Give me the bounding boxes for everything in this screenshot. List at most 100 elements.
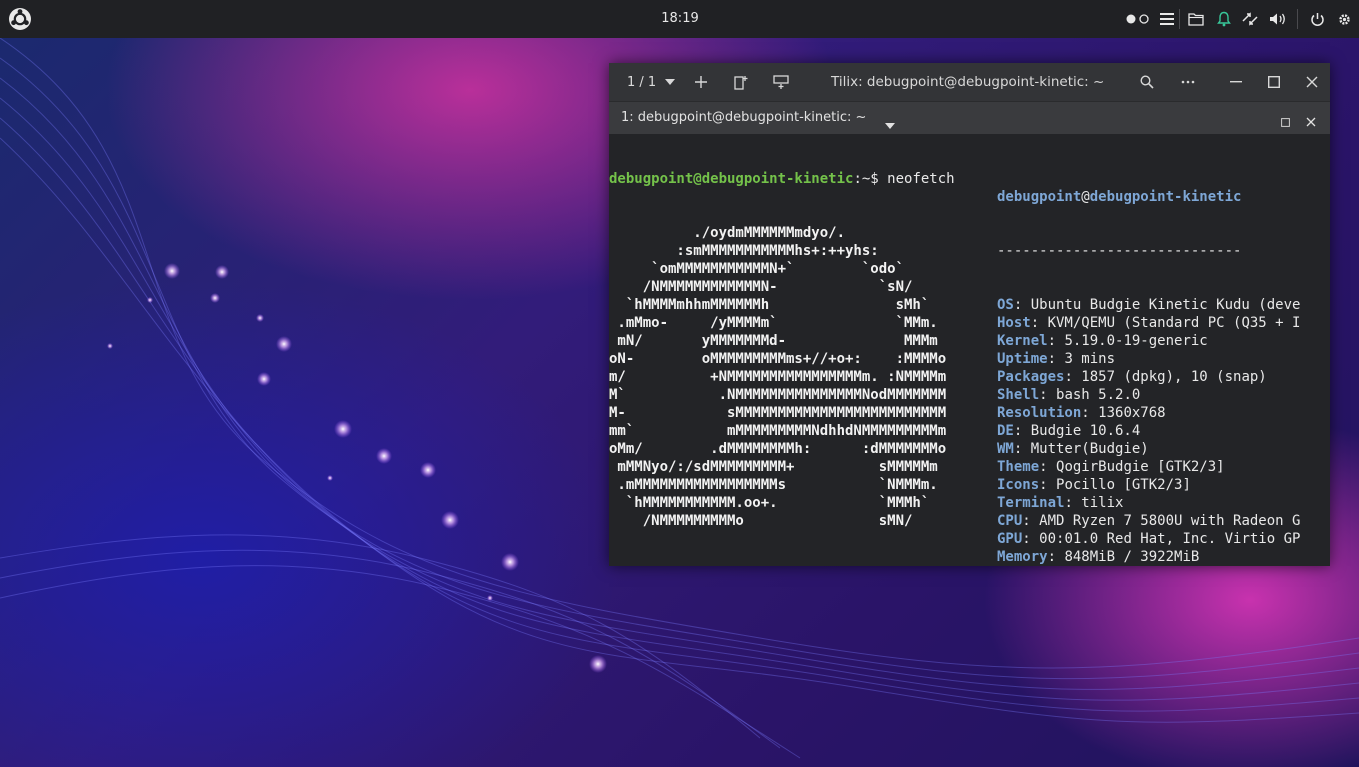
split-vertical-icon xyxy=(734,75,748,90)
add-session-button[interactable] xyxy=(691,63,711,101)
ascii-logo-line: .mMmo- /yMMMMm` `MMm. xyxy=(609,315,938,331)
ascii-logo-line: mMMNyo/:/sdMMMMMMMMM+ sMMMMMm xyxy=(609,459,938,475)
info-row: WM: Mutter(Budgie) xyxy=(997,441,1149,457)
info-row: Packages: 1857 (dpkg), 10 (snap) xyxy=(997,369,1267,385)
ascii-logo-line: `hMMMMmhhmMMMMMMh sMh` xyxy=(609,297,930,313)
system-info: debugpoint@debugpoint-kinetic ----------… xyxy=(997,152,1330,566)
window-menu-button[interactable] xyxy=(1177,63,1199,101)
info-key: CPU xyxy=(997,513,1023,529)
network-button[interactable] xyxy=(1240,9,1260,29)
info-row: CPU: AMD Ryzen 7 5800U with Radeon G xyxy=(997,513,1301,529)
chevron-down-icon xyxy=(885,123,895,129)
info-value: 848MiB / 3922MiB xyxy=(1064,549,1200,565)
info-value: QogirBudgie [GTK2/3] xyxy=(1056,459,1225,475)
info-key: WM xyxy=(997,441,1014,457)
session-count[interactable]: 1 / 1 xyxy=(627,63,656,101)
minimize-button[interactable] xyxy=(1226,63,1246,101)
tilix-window: 1 / 1 Tilix: debugpoint@debugpoint-kinet… xyxy=(609,63,1330,566)
workspace-switcher[interactable] xyxy=(1124,9,1152,29)
session-dropdown-button[interactable] xyxy=(663,63,677,101)
ellipsis-icon xyxy=(1181,80,1195,84)
close-icon xyxy=(1306,76,1318,88)
info-key: Theme xyxy=(997,459,1040,475)
info-at: @ xyxy=(1081,189,1090,205)
settings-button[interactable] xyxy=(1334,9,1354,29)
info-key: Uptime xyxy=(997,351,1048,367)
terminal-tab-bar: 1: debugpoint@debugpoint-kinetic: ~ xyxy=(609,101,1330,134)
ascii-logo-line: M` .NMMMMMMMMMMMMMMMNodMMMMMMM xyxy=(609,387,947,403)
info-row: OS: Ubuntu Budgie Kinetic Kudu (deve xyxy=(997,297,1301,313)
ascii-logo-line: :smMMMMMMMMMMMhs+:++yhs: xyxy=(609,243,879,259)
info-value: 00:01.0 Red Hat, Inc. Virtio GP xyxy=(1039,531,1301,547)
ascii-logo-line: /NMMMMMMMMMMMMN- `sN/ xyxy=(609,279,913,295)
split-horizontal-icon xyxy=(773,75,789,89)
info-value: 1360x768 xyxy=(1098,405,1166,421)
ascii-logo-line: .mMMMMMMMMMMMMMMMMMs `NMMMm. xyxy=(609,477,938,493)
split-down-button[interactable] xyxy=(771,63,791,101)
info-key: OS xyxy=(997,297,1014,313)
gear-icon xyxy=(1338,13,1350,25)
panel-separator xyxy=(1297,9,1298,29)
info-key: Resolution xyxy=(997,405,1082,421)
search-icon xyxy=(1140,75,1154,89)
ubuntu-logo-icon xyxy=(9,8,31,30)
command-line: debugpoint@debugpoint-kinetic:~$ neofetc… xyxy=(609,170,955,188)
info-host: debugpoint-kinetic xyxy=(1089,189,1242,205)
prompt-suffix: :~$ xyxy=(853,171,888,187)
prompt-user: debugpoint@debugpoint-kinetic xyxy=(609,171,854,187)
find-button[interactable] xyxy=(1137,63,1157,101)
volume-button[interactable] xyxy=(1268,9,1288,29)
ascii-logo-line: /NMMMMMMMMMo sMN/ xyxy=(609,513,913,529)
maximize-icon xyxy=(1268,76,1280,88)
info-row: Memory: 848MiB / 3922MiB xyxy=(997,549,1200,565)
maximize-icon xyxy=(1281,118,1290,127)
info-value: Pocillo [GTK2/3] xyxy=(1056,477,1191,493)
info-rule: ----------------------------- xyxy=(997,243,1242,259)
raven-menu-button[interactable] xyxy=(1158,9,1176,29)
info-key: Memory xyxy=(997,549,1048,565)
info-value: Budgie 10.6.4 xyxy=(1030,423,1141,439)
info-row: Terminal: tilix xyxy=(997,495,1124,511)
top-panel: 18:19 xyxy=(0,0,1359,38)
info-key: Host xyxy=(997,315,1031,331)
speaker-icon xyxy=(1270,13,1285,25)
workspace-dots-icon xyxy=(1126,14,1149,24)
ascii-logo-line: mN/ yMMMMMMMd- MMMm xyxy=(609,333,938,349)
info-row: Uptime: 3 mins xyxy=(997,351,1116,367)
info-row: Host: KVM/QEMU (Standard PC (Q35 + I xyxy=(997,315,1301,331)
info-key: Packages xyxy=(997,369,1065,385)
bell-icon xyxy=(1217,11,1231,27)
info-value: bash 5.2.0 xyxy=(1056,387,1141,403)
terminal-tab-title[interactable]: 1: debugpoint@debugpoint-kinetic: ~ xyxy=(621,110,866,125)
terminal-output[interactable]: debugpoint@debugpoint-kinetic:~$ neofetc… xyxy=(609,134,1330,566)
chevron-down-icon xyxy=(665,79,675,85)
ascii-logo-line: M- sMMMMMMMMMMMMMMMMMMMMMMMMM xyxy=(609,405,947,421)
info-user: debugpoint xyxy=(997,189,1082,205)
info-title: debugpoint@debugpoint-kinetic xyxy=(997,188,1330,206)
split-right-button[interactable] xyxy=(731,63,751,101)
app-menu-button[interactable] xyxy=(8,7,32,31)
power-icon xyxy=(1310,12,1324,26)
info-value: 3 mins xyxy=(1064,351,1116,367)
places-button[interactable] xyxy=(1186,9,1206,29)
terminal-maximize-button[interactable] xyxy=(1281,112,1290,131)
close-button[interactable] xyxy=(1302,63,1322,101)
panel-clock[interactable]: 18:19 xyxy=(640,11,720,26)
terminal-text: debugpoint@debugpoint-kinetic:~$ neofetc… xyxy=(609,134,955,566)
info-value: Ubuntu Budgie Kinetic Kudu (deve xyxy=(1030,297,1301,313)
notifications-button[interactable] xyxy=(1215,9,1233,29)
power-button[interactable] xyxy=(1308,9,1326,29)
panel-separator xyxy=(1179,9,1180,29)
info-row: Kernel: 5.19.0-19-generic xyxy=(997,333,1208,349)
terminal-close-button[interactable] xyxy=(1306,112,1316,131)
window-title: Tilix: debugpoint@debugpoint-kinetic: ~ xyxy=(831,74,1105,90)
window-titlebar[interactable]: 1 / 1 Tilix: debugpoint@debugpoint-kinet… xyxy=(609,63,1330,101)
command-text: neofetch xyxy=(887,171,955,187)
plus-icon xyxy=(695,76,707,88)
terminal-menu-button[interactable] xyxy=(885,114,895,133)
info-row: Shell: bash 5.2.0 xyxy=(997,387,1141,403)
info-key: DE xyxy=(997,423,1014,439)
maximize-button[interactable] xyxy=(1264,63,1284,101)
info-row: GPU: 00:01.0 Red Hat, Inc. Virtio GP xyxy=(997,531,1301,547)
minimize-icon xyxy=(1230,81,1242,83)
